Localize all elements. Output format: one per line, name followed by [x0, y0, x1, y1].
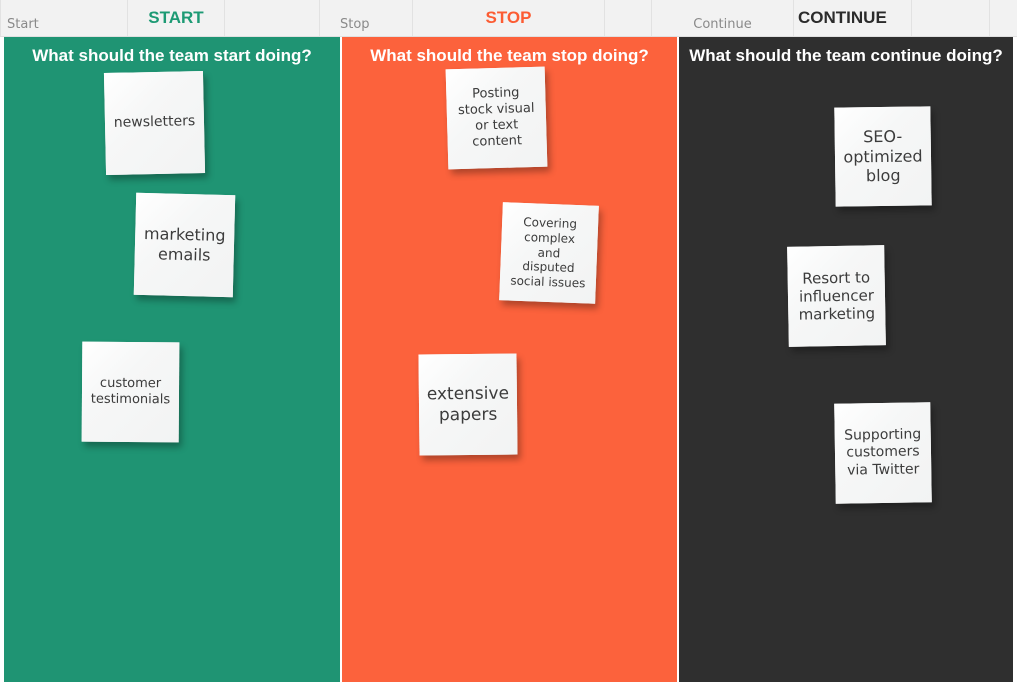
sticky-note-text: extensive papers: [426, 383, 510, 425]
column-header-start: What should the team start doing?: [32, 46, 312, 65]
toolbar-label-continue-small: Continue: [693, 17, 752, 32]
sticky-note-text: Resort to influencer marketing: [798, 267, 876, 324]
column-header-continue: What should the team continue doing?: [689, 46, 1003, 65]
toolbar-cell-empty-4[interactable]: [990, 0, 1017, 36]
retrospective-board: What should the team start doing? newsle…: [0, 37, 1017, 686]
toolbar-cell-empty-3[interactable]: [912, 0, 990, 36]
column-start[interactable]: What should the team start doing? newsle…: [4, 37, 340, 682]
sticky-note[interactable]: newsletters: [103, 70, 206, 176]
sticky-note[interactable]: extensive papers: [418, 353, 518, 456]
sticky-note[interactable]: Posting stock visual or text content: [445, 66, 548, 170]
toolbar-cell-stop-title[interactable]: STOP: [413, 0, 605, 36]
sticky-note-text: marketing emails: [143, 224, 226, 265]
sticky-note[interactable]: SEO-optimized blog: [834, 106, 932, 207]
toolbar-cell-empty-1[interactable]: [225, 0, 320, 36]
toolbar-cell-start-label[interactable]: Start: [0, 0, 128, 36]
toolbar-label-start-big: START: [148, 8, 204, 27]
sticky-note-text: Posting stock visual or text content: [457, 85, 535, 150]
sticky-note-text: newsletters: [113, 113, 196, 132]
toolbar-label-stop-small: Stop: [340, 17, 370, 32]
sticky-note[interactable]: Supporting customers via Twitter: [834, 402, 932, 504]
sticky-note-text: customer testimonials: [90, 375, 171, 408]
sticky-note-text: Covering complex and disputed social issues: [510, 215, 586, 291]
sticky-note-text: Supporting customers via Twitter: [844, 426, 922, 479]
sticky-note[interactable]: Resort to influencer marketing: [787, 245, 886, 347]
toolbar-label-continue-big: CONTINUE: [798, 8, 887, 27]
sticky-note[interactable]: marketing emails: [133, 192, 236, 298]
sticky-note[interactable]: Covering complex and disputed social issues: [499, 202, 599, 304]
toolbar-cell-start-title[interactable]: START: [128, 0, 225, 36]
column-continue[interactable]: What should the team continue doing? SEO…: [679, 37, 1013, 682]
toolbar-cell-stop-label[interactable]: Stop: [320, 0, 413, 36]
column-stop[interactable]: What should the team stop doing? Posting…: [342, 37, 677, 682]
sticky-note[interactable]: customer testimonials: [81, 341, 180, 443]
sticky-note-text: SEO-optimized blog: [843, 126, 923, 186]
toolbar-cell-continue-label[interactable]: Continue: [652, 0, 794, 36]
toolbar-label-start-small: Start: [7, 17, 39, 32]
toolbar-cell-continue-title[interactable]: CONTINUE: [794, 0, 912, 36]
top-toolbar: Start START Stop STOP Continue CONTINUE: [0, 0, 1017, 37]
toolbar-label-stop-big: STOP: [485, 8, 532, 27]
toolbar-cell-empty-2[interactable]: [605, 0, 652, 36]
